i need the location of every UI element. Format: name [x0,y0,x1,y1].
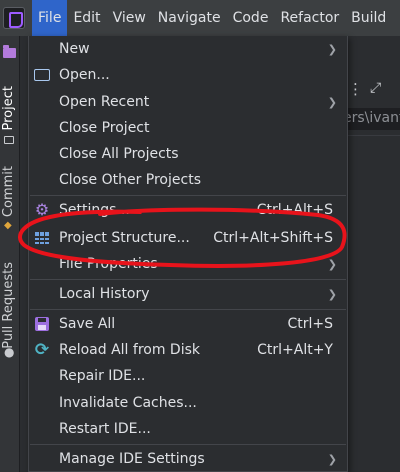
save-icon [33,315,51,333]
chevron-right-icon: ❯ [327,257,337,271]
ide-window: File Edit View Navigate Code Refactor Bu… [0,0,400,472]
background-divider [348,135,400,136]
tool-window-commit[interactable]: Commit [1,166,16,217]
menu-item-shortcut: Ctrl+Alt+Shift+S [213,230,333,246]
file-menu-dropdown: New ❯ Open... Open Recent ❯ Close Projec… [28,36,348,472]
tool-window-pull-requests[interactable]: Pull Requests [1,262,16,349]
menu-separator [30,444,346,445]
menu-item-label: Reload All from Disk [59,342,200,358]
menu-code[interactable]: Code [227,0,275,36]
menu-item-label: Invalidate Caches... [59,395,197,411]
menu-item-label: Close Project [59,120,150,136]
path-fragment: ers\ivanf [348,110,400,126]
menu-item-open-recent[interactable]: Open Recent ❯ [29,89,347,115]
menu-item-close-project[interactable]: Close Project [29,115,347,141]
intellij-logo-icon[interactable] [3,7,25,29]
chevron-right-icon: ❯ [327,95,337,109]
menu-item-label: Manage IDE Settings [59,451,205,467]
menu-item-save-all[interactable]: Save All Ctrl+S [29,311,347,337]
menu-build[interactable]: Build [345,0,392,36]
tool-window-strip: Project Commit ◆ Pull Requests ● [0,36,20,472]
menu-item-label: Close Other Projects [59,172,201,188]
menu-item-label: Open... [59,67,110,83]
menu-edit[interactable]: Edit [67,0,106,36]
menu-item-reload-all[interactable]: ⟳ Reload All from Disk Ctrl+Alt+Y [29,337,347,363]
menu-item-file-properties[interactable]: File Properties ❯ [29,251,347,277]
menu-item-local-history[interactable]: Local History ❯ [29,281,347,307]
commit-icon: ◆ [4,220,12,231]
github-icon: ● [4,345,15,359]
menu-file[interactable]: File [32,0,68,36]
project-structure-icon [33,229,51,247]
reload-icon: ⟳ [34,339,50,360]
menu-item-repair-ide[interactable]: Repair IDE... [29,363,347,389]
menu-separator [30,195,346,196]
menu-item-new[interactable]: New ❯ [29,36,347,62]
gear-icon: ⚙ [34,200,50,219]
tool-window-project[interactable]: Project [1,86,16,130]
menu-item-label: Restart IDE... [59,421,151,437]
chevron-right-icon: ❯ [327,452,337,466]
menu-item-invalidate-caches[interactable]: Invalidate Caches... [29,390,347,416]
menu-separator [30,279,346,280]
project-panel-icon [4,136,14,144]
path-field: ers\ivanf [348,108,400,130]
menu-item-label: Project Structure... [59,230,190,246]
menu-item-close-other-projects[interactable]: Close Other Projects [29,167,347,193]
menu-item-project-structure[interactable]: Project Structure... Ctrl+Alt+Shift+S [29,225,347,251]
menu-item-label: Repair IDE... [59,368,146,384]
menu-item-label: Save All [59,316,116,332]
menu-item-close-all-projects[interactable]: Close All Projects [29,141,347,167]
menu-view[interactable]: View [107,0,152,36]
menu-item-label: Local History [59,286,150,302]
menu-item-shortcut: Ctrl+Alt+Y [257,342,333,358]
menu-bar: File Edit View Navigate Code Refactor Bu… [0,0,400,36]
chevron-right-icon: ❯ [327,287,337,301]
more-options-icon[interactable]: ⋮ [348,80,363,98]
menu-separator [30,309,346,310]
open-folder-icon [33,66,51,84]
menu-item-shortcut: Ctrl+S [287,316,333,332]
menu-item-label: New [59,41,90,57]
chevron-right-icon: ❯ [327,42,337,56]
menu-refactor[interactable]: Refactor [274,0,345,36]
menu-item-label: Settings... [59,202,130,218]
menu-item-manage-ide-settings[interactable]: Manage IDE Settings ❯ [29,446,347,472]
menu-item-label: Close All Projects [59,146,179,162]
menu-item-label: File Properties [59,256,158,272]
menu-item-open[interactable]: Open... [29,62,347,88]
project-folder-icon[interactable] [3,45,16,58]
menu-item-label: Open Recent [59,94,150,110]
menu-item-settings[interactable]: ⚙ Settings... Ctrl+Alt+S [29,197,347,223]
menu-navigate[interactable]: Navigate [152,0,227,36]
expand-icon[interactable]: ⤢ [370,80,381,96]
menu-item-restart-ide[interactable]: Restart IDE... [29,416,347,442]
menu-item-shortcut: Ctrl+Alt+S [256,202,333,218]
